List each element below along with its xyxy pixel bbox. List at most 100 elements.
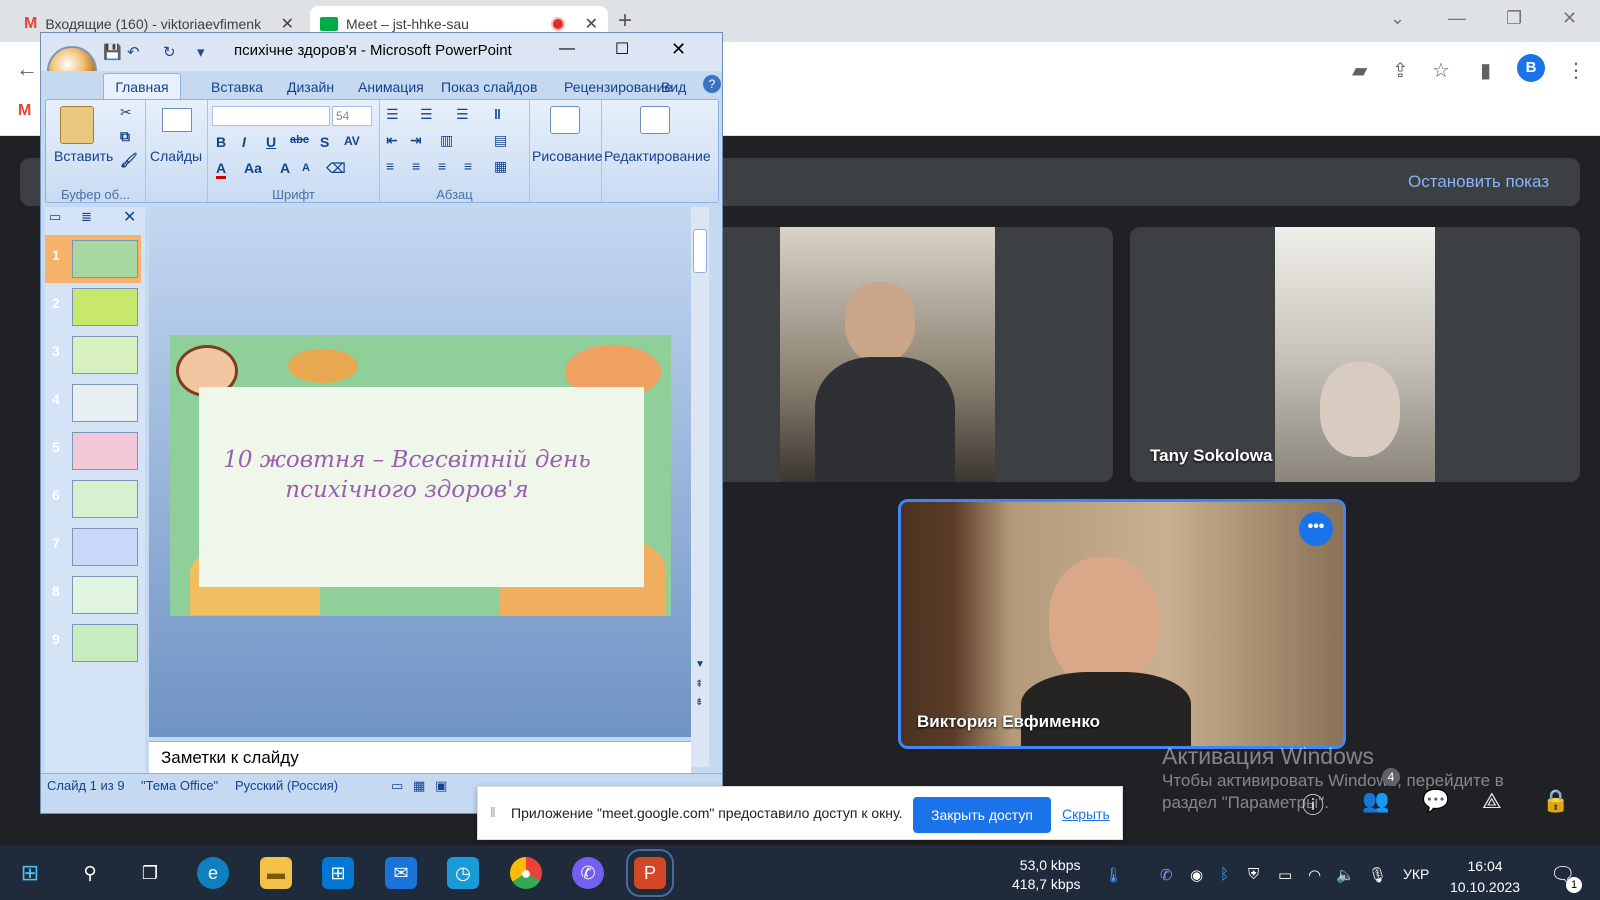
bullets-icon[interactable]: ☰ bbox=[386, 106, 399, 123]
justify-icon[interactable]: ≡ bbox=[464, 158, 472, 174]
undo-icon[interactable]: ↶ bbox=[127, 43, 140, 61]
shapes-icon[interactable] bbox=[550, 106, 580, 134]
windows-start-icon[interactable]: ⊞ bbox=[14, 857, 46, 889]
participant-tile[interactable]: Tany Sokolowa bbox=[1130, 227, 1580, 482]
ppt-minimize-icon[interactable]: — bbox=[559, 40, 575, 58]
store-icon[interactable]: ⊞ bbox=[322, 857, 354, 889]
italic-icon[interactable]: I bbox=[242, 134, 246, 150]
slide-thumbnail[interactable] bbox=[72, 576, 138, 614]
close-tab-icon[interactable]: ✕ bbox=[585, 14, 598, 34]
help-icon[interactable]: ? bbox=[703, 75, 721, 93]
slide-thumbnail[interactable] bbox=[72, 528, 138, 566]
redo-icon[interactable]: ↻ bbox=[163, 43, 176, 61]
paste-button[interactable]: Вставить bbox=[54, 148, 113, 164]
host-controls-icon[interactable]: 🔒 bbox=[1542, 788, 1569, 814]
binoculars-icon[interactable] bbox=[640, 106, 670, 134]
char-spacing-icon[interactable]: AV bbox=[344, 134, 360, 148]
tab-review[interactable]: Рецензирование bbox=[564, 79, 672, 95]
share-icon[interactable]: ⇪ bbox=[1392, 58, 1409, 83]
search-icon[interactable]: ⚲ bbox=[74, 857, 106, 889]
tab-insert[interactable]: Вставка bbox=[211, 79, 263, 95]
close-window-icon[interactable]: ✕ bbox=[1562, 8, 1577, 29]
edge-icon[interactable]: e bbox=[197, 857, 229, 889]
previous-slide-icon[interactable]: ⇞ bbox=[695, 679, 703, 690]
tab-search-icon[interactable]: ⌄ bbox=[1390, 8, 1405, 29]
save-icon[interactable]: 💾 bbox=[103, 43, 122, 61]
hide-banner-link[interactable]: Скрыть bbox=[1062, 806, 1110, 822]
align-center-icon[interactable]: ≡ bbox=[412, 158, 420, 174]
stop-sharing-button[interactable]: Закрыть доступ bbox=[913, 797, 1051, 833]
tab-design[interactable]: Дизайн bbox=[287, 79, 334, 95]
numbering-icon[interactable]: ☰ bbox=[420, 106, 433, 123]
decrease-indent-icon[interactable]: ⇤ bbox=[386, 132, 398, 149]
tab-view[interactable]: Вид bbox=[661, 79, 686, 95]
font-size-select[interactable]: 54 bbox=[332, 106, 372, 126]
outline-tab-icon[interactable]: ≣ bbox=[81, 209, 92, 225]
shrink-font-icon[interactable]: A bbox=[302, 162, 310, 174]
restore-icon[interactable]: ❐ bbox=[1506, 8, 1522, 29]
clock-app-icon[interactable]: ◷ bbox=[447, 857, 479, 889]
text-direction-icon[interactable]: ‖ bbox=[494, 106, 501, 122]
sorter-view-icon[interactable]: ▦ bbox=[413, 778, 425, 794]
slides-tab-icon[interactable]: ▭ bbox=[49, 209, 61, 225]
viber-tray-icon[interactable]: ✆ bbox=[1160, 866, 1173, 884]
slide-thumbnail[interactable] bbox=[72, 336, 138, 374]
grow-font-icon[interactable]: A bbox=[280, 160, 290, 176]
keyboard-language[interactable]: УКР bbox=[1403, 866, 1429, 882]
thermometer-icon[interactable]: 🌡 bbox=[1104, 866, 1123, 884]
bold-icon[interactable]: B bbox=[216, 134, 226, 150]
more-options-button[interactable]: ••• bbox=[1299, 512, 1333, 546]
paste-icon[interactable] bbox=[60, 106, 94, 144]
chat-icon[interactable]: 💬 bbox=[1422, 788, 1449, 814]
back-arrow-icon[interactable]: ← bbox=[16, 56, 38, 82]
chrome-icon[interactable]: ● bbox=[510, 857, 542, 889]
qat-customize-icon[interactable]: ▾ bbox=[197, 43, 205, 61]
close-pane-icon[interactable]: ✕ bbox=[123, 207, 136, 227]
font-family-select[interactable] bbox=[212, 106, 330, 126]
format-painter-icon[interactable]: 🖌 bbox=[120, 152, 138, 169]
cut-icon[interactable]: ✂ bbox=[120, 104, 132, 121]
task-view-icon[interactable]: ❐ bbox=[134, 857, 166, 889]
shadow-icon[interactable]: S bbox=[320, 134, 329, 150]
align-text-icon[interactable]: ▤ bbox=[494, 132, 507, 149]
next-slide-icon[interactable]: ⇟ bbox=[695, 697, 703, 708]
copy-icon[interactable]: ⧉ bbox=[120, 128, 130, 145]
notes-placeholder[interactable]: Заметки к слайду bbox=[161, 748, 299, 768]
camera-icon[interactable]: ▰ bbox=[1352, 58, 1367, 83]
ppt-close-icon[interactable]: ✕ bbox=[671, 39, 686, 60]
tab-home[interactable]: Главная bbox=[103, 73, 181, 101]
change-case-icon[interactable]: Aa bbox=[244, 160, 262, 176]
taskbar-clock[interactable]: 16:04 10.10.2023 bbox=[1450, 856, 1520, 898]
powerpoint-taskbar-icon[interactable]: P bbox=[626, 849, 674, 897]
drawing-button[interactable]: Рисование bbox=[532, 148, 603, 164]
chrome-tray-icon[interactable]: ◉ bbox=[1190, 866, 1203, 884]
people-icon[interactable]: 👥 bbox=[1362, 788, 1389, 814]
ppt-maximize-icon[interactable]: ☐ bbox=[615, 39, 629, 59]
activities-icon[interactable]: ⟁ bbox=[1482, 788, 1502, 814]
increase-indent-icon[interactable]: ⇥ bbox=[410, 132, 422, 149]
slide-thumbnail[interactable] bbox=[72, 432, 138, 470]
slide-thumbnail[interactable] bbox=[72, 240, 138, 278]
close-tab-icon[interactable]: ✕ bbox=[281, 14, 294, 34]
gmail-bookmark-icon[interactable]: M bbox=[18, 102, 31, 120]
editing-button[interactable]: Редактирование bbox=[604, 148, 711, 164]
minimize-icon[interactable]: — bbox=[1448, 8, 1466, 29]
menu-kebab-icon[interactable]: ⋮ bbox=[1566, 58, 1586, 83]
battery-icon[interactable]: ▭ bbox=[1278, 866, 1292, 884]
info-icon[interactable]: ⓘ bbox=[1302, 788, 1324, 820]
slideshow-view-icon[interactable]: ▣ bbox=[435, 778, 447, 794]
font-color-icon[interactable]: A bbox=[216, 160, 227, 179]
scroll-thumb[interactable] bbox=[693, 229, 707, 273]
drag-handle-icon[interactable]: ‖ bbox=[490, 804, 496, 820]
align-right-icon[interactable]: ≡ bbox=[438, 158, 446, 174]
slide-thumbnail[interactable] bbox=[72, 384, 138, 422]
strikethrough-icon[interactable]: abc bbox=[290, 134, 309, 146]
clear-format-icon[interactable]: ⌫ bbox=[326, 160, 346, 177]
slide-thumbnail[interactable] bbox=[72, 624, 138, 662]
file-explorer-icon[interactable]: ▬ bbox=[260, 857, 292, 889]
columns-icon[interactable]: ▥ bbox=[440, 132, 453, 149]
slide-title[interactable]: 10 жовтня – Всесвітній день психічного з… bbox=[222, 445, 592, 505]
tab-animation[interactable]: Анимация bbox=[358, 79, 424, 95]
side-panel-icon[interactable]: ▮ bbox=[1480, 58, 1491, 83]
wifi-icon[interactable]: ◠ bbox=[1308, 866, 1321, 884]
